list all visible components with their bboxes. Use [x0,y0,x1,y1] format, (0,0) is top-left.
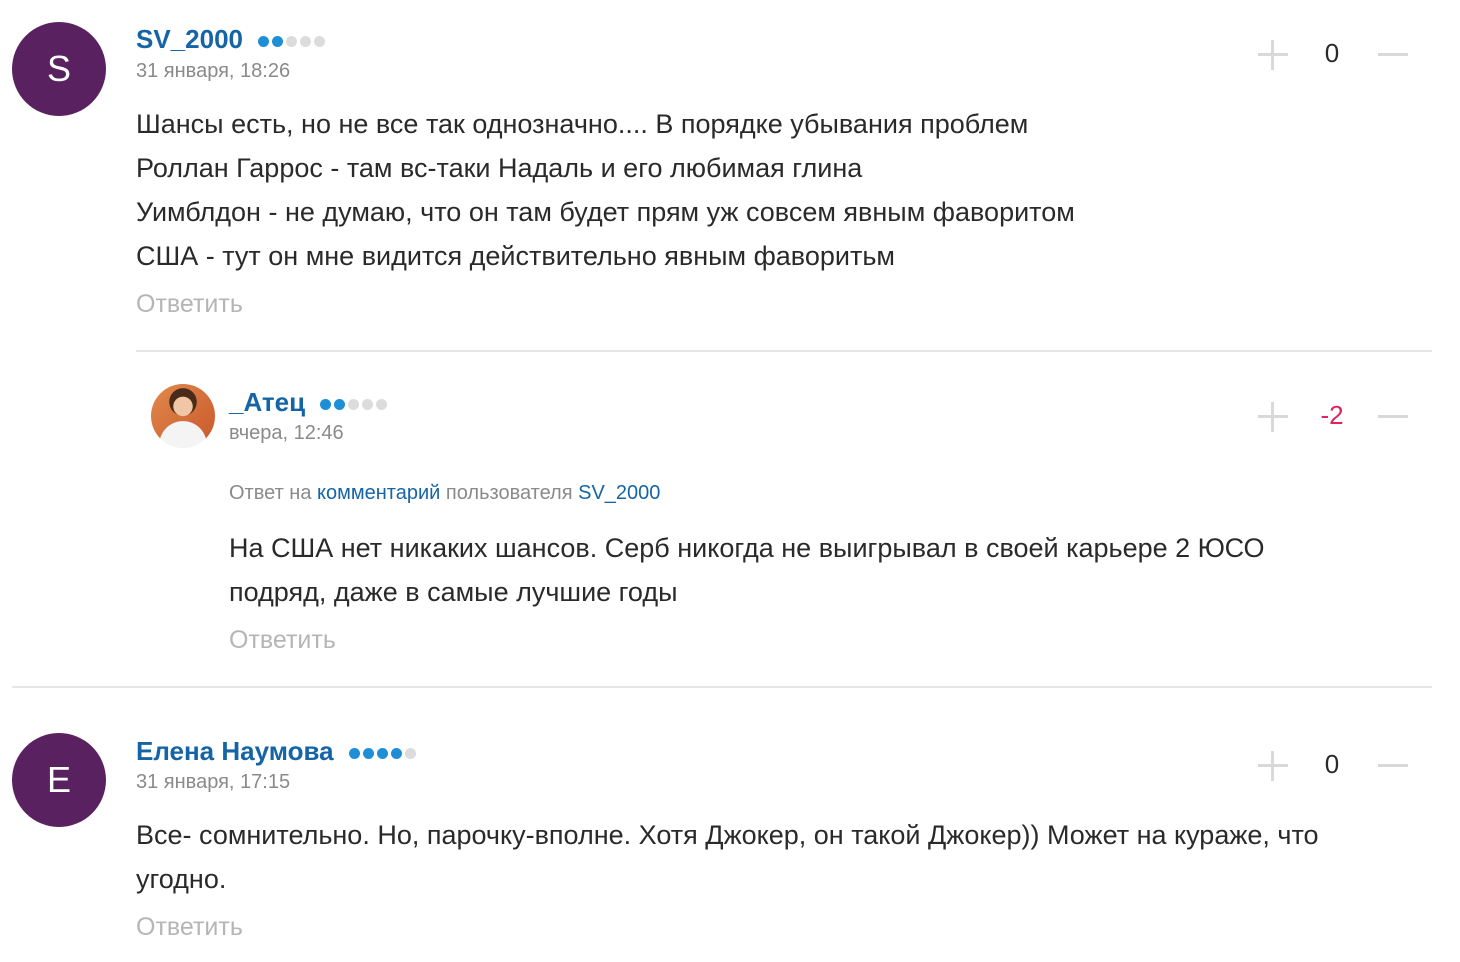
rating-dot [348,747,360,759]
reply-to-comment-link[interactable]: комментарий [317,482,440,504]
avatar[interactable]: Е [12,733,106,827]
rating-dot [258,35,270,47]
reply-to-user-link[interactable]: SV_2000 [578,482,660,504]
comment-text: Шансы есть, но не все так однозначно....… [136,102,1075,278]
rating-dots [258,35,326,47]
reply-button[interactable]: Ответить [229,626,336,655]
rating-dot [362,398,374,410]
reply-to-middle: пользователя [445,482,573,504]
comment-text: На США нет никаких шансов. Серб никогда … [229,526,1265,614]
comment-score: -2 [1320,400,1344,430]
comment-score: 0 [1324,38,1340,68]
comment-line: США - тут он мне видится действительно я… [136,241,895,271]
username-text[interactable]: SV_2000 [136,24,243,54]
rating-dot [404,747,416,759]
rating-dot [348,398,360,410]
comment-date: вчера, 12:46 [229,422,344,444]
username[interactable]: _Атец [229,387,388,418]
rating-dots [320,398,388,410]
comment-date: 31 января, 18:26 [136,60,291,82]
rating-dots [348,747,416,759]
username-text[interactable]: _Атец [229,387,305,417]
avatar[interactable]: S [12,22,106,116]
avatar[interactable] [151,384,215,448]
reply-button[interactable]: Ответить [136,913,243,942]
comment-line: Роллан Гаррос - там вс-таки Надаль и его… [136,153,863,183]
rating-dot [376,747,388,759]
reply-to-line: Ответ на комментарий пользователя SV_200… [229,482,660,505]
comment-line: подряд, даже в самые лучшие годы [229,577,678,607]
minus-icon[interactable] [1378,40,1408,70]
plus-icon[interactable] [1258,751,1288,781]
divider [136,350,1432,352]
rating-dot [334,398,346,410]
rating-dot [286,35,298,47]
comment-line: На США нет никаких шансов. Серб никогда … [229,533,1265,563]
rating-dot [272,35,284,47]
username[interactable]: SV_2000 [136,24,326,55]
plus-icon[interactable] [1258,402,1288,432]
comment-line: угодно. [136,864,227,894]
username-text[interactable]: Елена Наумова [136,736,334,766]
reply-button[interactable]: Ответить [136,290,243,319]
rating-dot [376,398,388,410]
comment-line: Шансы есть, но не все так однозначно....… [136,109,1029,139]
minus-icon[interactable] [1378,402,1408,432]
username[interactable]: Елена Наумова [136,736,416,767]
rating-dot [362,747,374,759]
rating-dot [300,35,312,47]
minus-icon[interactable] [1378,751,1408,781]
rating-dot [390,747,402,759]
comment-score: 0 [1324,749,1340,779]
divider [12,686,1432,688]
comment-line: Уимблдон - не думаю, что он там будет пр… [136,197,1075,227]
rating-dot [314,35,326,47]
comment-line: Все- сомнительно. Но, парочку-вполне. Хо… [136,820,1319,850]
rating-dot [320,398,332,410]
reply-to-prefix: Ответ на [229,482,312,504]
comment-date: 31 января, 17:15 [136,771,291,793]
plus-icon[interactable] [1258,40,1288,70]
comment-text: Все- сомнительно. Но, парочку-вполне. Хо… [136,813,1319,901]
